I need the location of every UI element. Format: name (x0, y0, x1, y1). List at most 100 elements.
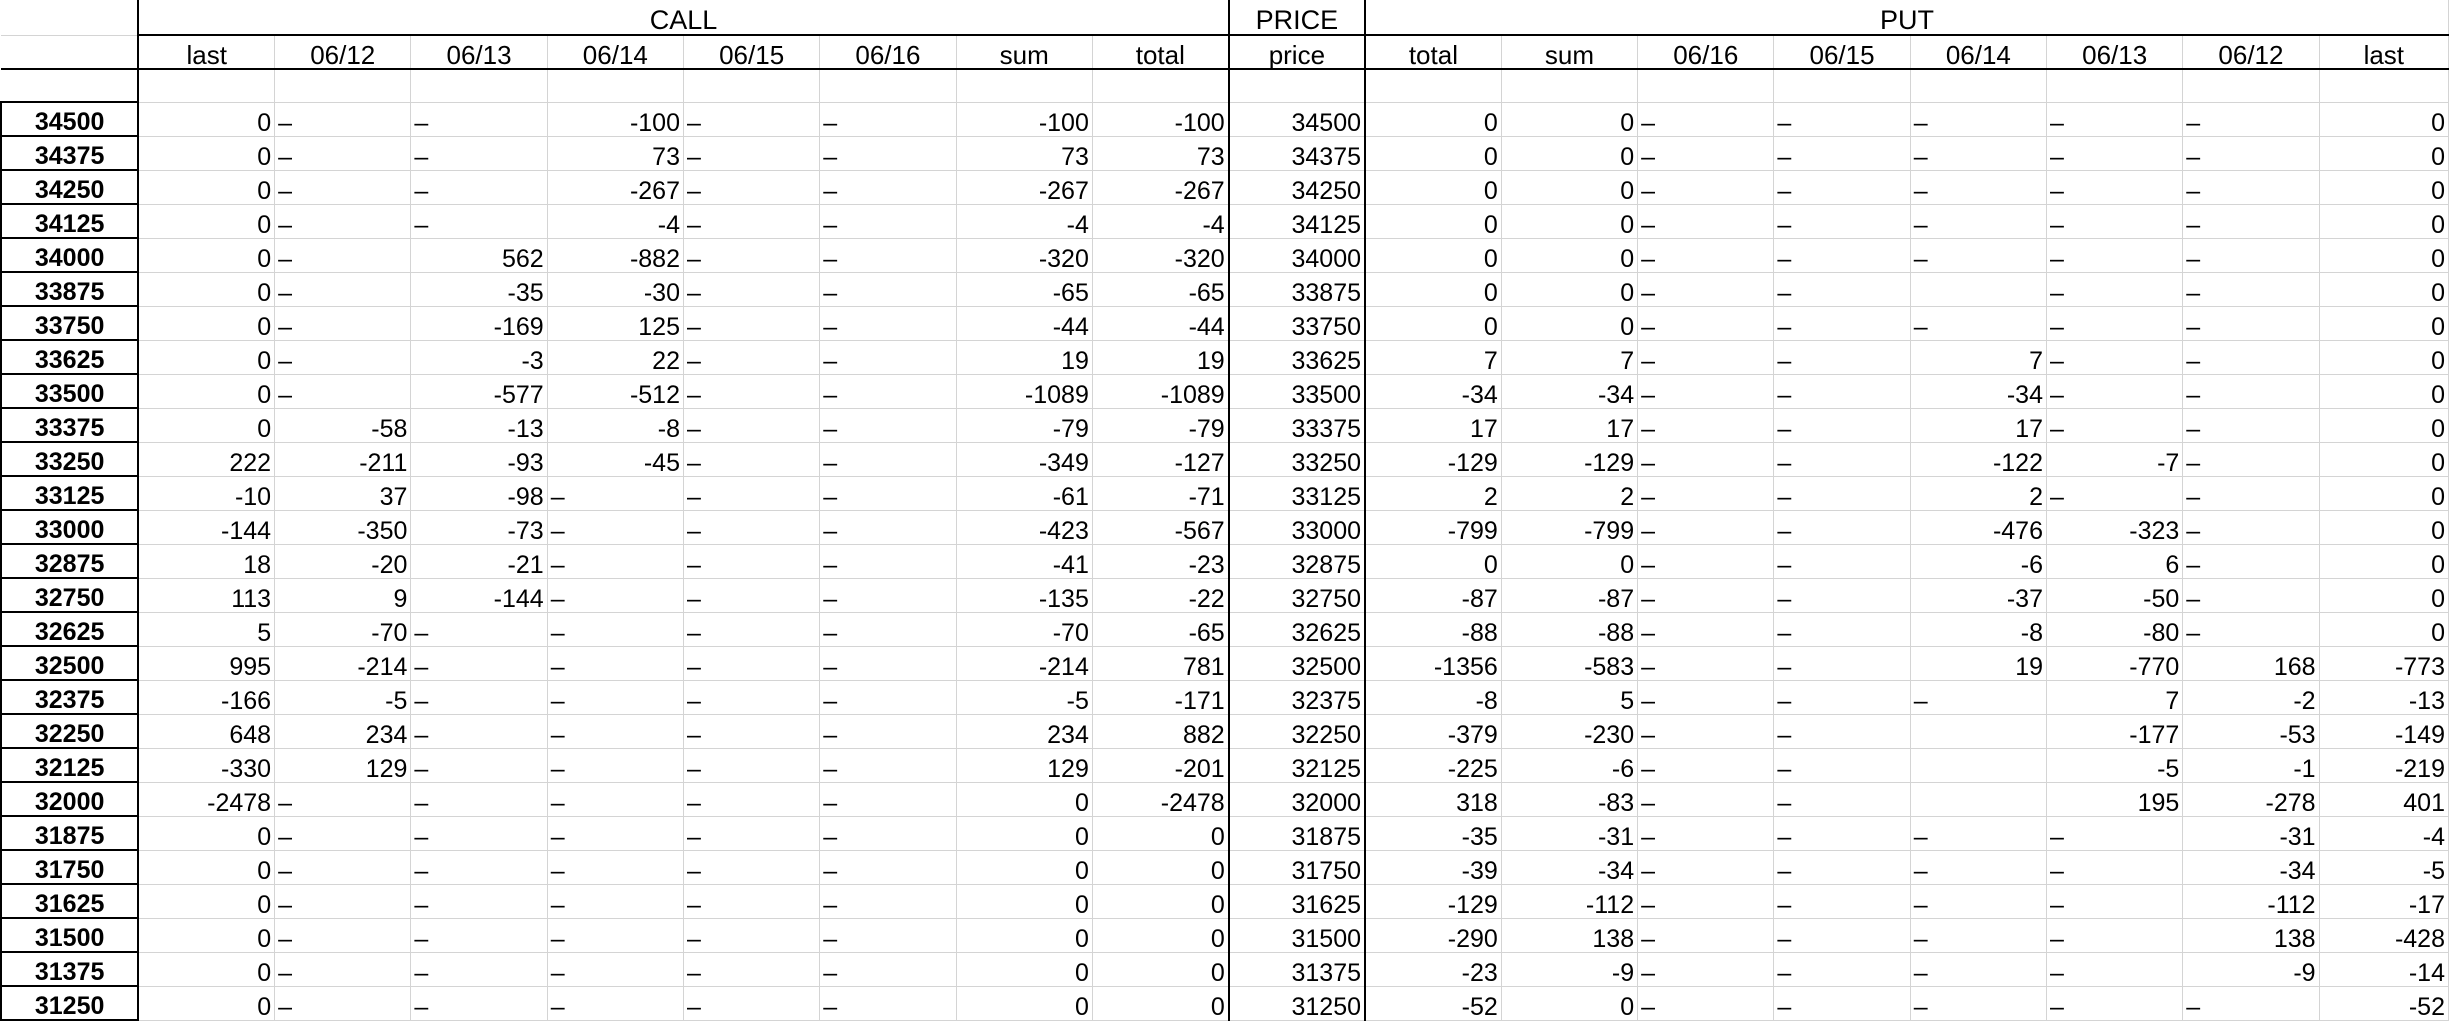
cell[interactable]: -882 (547, 238, 684, 273)
cell[interactable]: 0 (2319, 204, 2449, 239)
row-label[interactable]: 33500 (0, 374, 140, 409)
cell[interactable]: – (1637, 646, 1775, 681)
cell[interactable]: – (2046, 102, 2184, 137)
cell[interactable]: – (1773, 850, 1911, 885)
cell[interactable]: -52 (1365, 986, 1502, 1021)
cell[interactable]: – (547, 986, 684, 1021)
cell[interactable]: – (2182, 442, 2320, 477)
cell[interactable]: – (2182, 476, 2320, 511)
cell[interactable]: 5 (138, 612, 276, 647)
row-label[interactable]: 34375 (0, 136, 140, 171)
cell[interactable] (1773, 69, 1911, 103)
cell[interactable]: – (1910, 170, 2048, 205)
cell[interactable]: – (683, 952, 821, 987)
cell[interactable]: -219 (2319, 748, 2449, 783)
cell[interactable]: – (1637, 714, 1775, 749)
cell[interactable]: – (1637, 782, 1775, 817)
cell[interactable]: – (819, 816, 957, 851)
cell[interactable]: – (1773, 918, 1911, 953)
cell[interactable]: 0 (138, 238, 276, 273)
cell[interactable]: – (2046, 408, 2184, 443)
cell[interactable]: 33000 (1228, 510, 1367, 545)
cell[interactable]: – (1910, 102, 2048, 137)
cell[interactable]: -129 (1365, 442, 1502, 477)
cell[interactable]: – (819, 374, 957, 409)
column-header[interactable]: 06/16 (1637, 35, 1775, 70)
row-label[interactable]: 32875 (0, 544, 140, 579)
cell[interactable]: – (410, 918, 548, 953)
cell[interactable]: – (1637, 374, 1775, 409)
cell[interactable]: – (1637, 272, 1775, 307)
cell[interactable]: – (1773, 272, 1911, 307)
cell[interactable]: -476 (1910, 510, 2048, 545)
cell[interactable]: -799 (1501, 510, 1639, 545)
cell[interactable]: 73 (956, 136, 1093, 171)
cell[interactable]: – (274, 782, 412, 817)
group-price[interactable]: PRICE (1228, 0, 1367, 36)
cell[interactable]: 32625 (1228, 612, 1367, 647)
cell[interactable]: -9 (1501, 952, 1639, 987)
cell[interactable]: – (1637, 102, 1775, 137)
cell[interactable]: 138 (1501, 918, 1639, 953)
cell[interactable]: – (2182, 170, 2320, 205)
cell[interactable]: – (683, 850, 821, 885)
cell[interactable]: 2 (1365, 476, 1502, 511)
cell[interactable]: 0 (1365, 272, 1502, 307)
cell[interactable]: 32000 (1228, 782, 1367, 817)
column-header[interactable]: 06/13 (2046, 35, 2184, 70)
cell[interactable]: -41 (956, 544, 1093, 579)
cell[interactable]: – (1637, 918, 1775, 953)
cell[interactable]: -166 (138, 680, 276, 715)
cell[interactable]: 995 (138, 646, 276, 681)
cell[interactable]: 0 (138, 340, 276, 375)
cell[interactable]: – (2182, 510, 2320, 545)
row-label[interactable]: 32625 (0, 612, 140, 647)
cell[interactable]: – (547, 510, 684, 545)
cell[interactable]: -127 (1092, 442, 1230, 477)
cell[interactable]: -2478 (138, 782, 276, 817)
cell[interactable]: – (274, 952, 412, 987)
cell[interactable]: – (2046, 952, 2184, 987)
cell[interactable]: – (547, 714, 684, 749)
cell[interactable]: – (683, 306, 821, 341)
cell[interactable]: – (683, 816, 821, 851)
row-label[interactable]: 32500 (0, 646, 140, 681)
cell[interactable]: 234 (956, 714, 1093, 749)
cell[interactable]: -5 (2046, 748, 2184, 783)
cell[interactable] (683, 69, 821, 103)
cell[interactable]: – (1773, 238, 1911, 273)
cell[interactable]: – (1637, 578, 1775, 613)
cell[interactable]: – (1637, 612, 1775, 647)
cell[interactable]: – (1910, 918, 2048, 953)
cell[interactable]: 0 (1501, 986, 1639, 1021)
cell[interactable]: 0 (138, 102, 276, 137)
cell[interactable]: -34 (2182, 850, 2320, 885)
column-header[interactable]: 06/15 (1773, 35, 1911, 70)
cell[interactable]: 0 (138, 408, 276, 443)
cell[interactable]: – (1910, 952, 2048, 987)
cell[interactable]: -428 (2319, 918, 2449, 953)
cell[interactable]: -70 (274, 612, 412, 647)
cell[interactable]: 22 (547, 340, 684, 375)
cell[interactable]: -149 (2319, 714, 2449, 749)
cell[interactable]: -4 (1092, 204, 1230, 239)
cell[interactable]: -87 (1501, 578, 1639, 613)
cell[interactable]: 0 (2319, 510, 2449, 545)
cell[interactable]: – (1773, 646, 1911, 681)
cell[interactable]: -169 (410, 306, 548, 341)
cell[interactable]: -65 (956, 272, 1093, 307)
cell[interactable]: -37 (1910, 578, 2048, 613)
cell[interactable]: -45 (547, 442, 684, 477)
cell[interactable]: – (2046, 204, 2184, 239)
cell[interactable]: -177 (2046, 714, 2184, 749)
cell[interactable]: -93 (410, 442, 548, 477)
cell[interactable]: – (1637, 170, 1775, 205)
cell[interactable]: -201 (1092, 748, 1230, 783)
cell[interactable]: – (1773, 204, 1911, 239)
cell[interactable]: 648 (138, 714, 276, 749)
cell[interactable]: 9 (274, 578, 412, 613)
cell[interactable]: 129 (956, 748, 1093, 783)
cell[interactable]: – (2046, 374, 2184, 409)
cell[interactable]: -350 (274, 510, 412, 545)
cell[interactable]: – (819, 442, 957, 477)
